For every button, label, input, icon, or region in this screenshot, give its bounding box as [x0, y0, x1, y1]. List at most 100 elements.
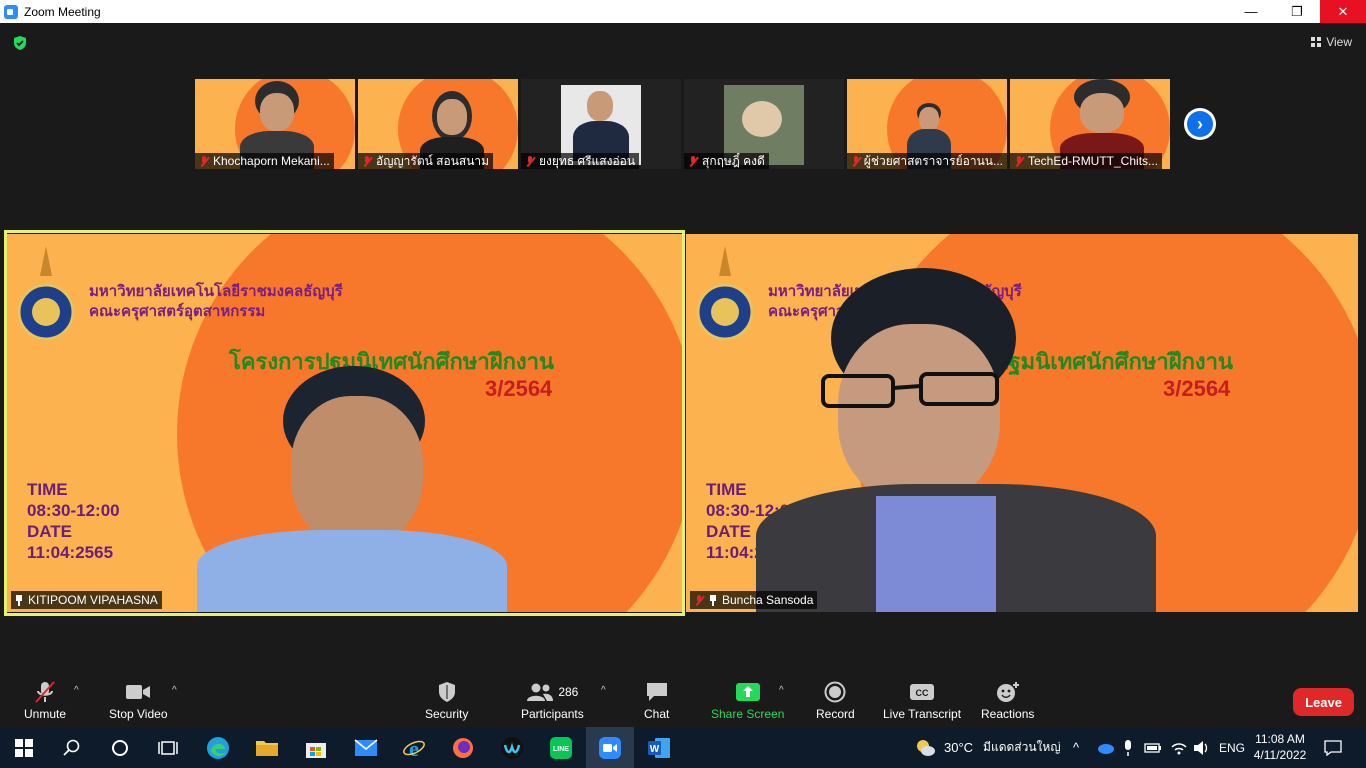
view-button[interactable]: View [1311, 35, 1352, 49]
university-name: มหาวิทยาลัยเทคโนโลยีราชมงคลธัญบุรี [89, 283, 343, 300]
video-tile-active[interactable]: มหาวิทยาลัยเทคโนโลยีราชมงคลธัญบุรี คณะคร… [7, 234, 682, 612]
zoom-taskbar-button[interactable] [586, 727, 634, 768]
wifi-tray[interactable] [1170, 727, 1188, 768]
mic-muted-icon [1014, 155, 1024, 167]
webex-button[interactable] [488, 727, 536, 768]
wifi-icon [1171, 742, 1187, 754]
date-value: 11:04:2565 [27, 543, 114, 562]
view-label: View [1326, 35, 1352, 49]
participant-name: Khochaporn Mekani... [213, 154, 330, 168]
share-screen-button[interactable]: Share Screen [711, 679, 784, 721]
search-icon [63, 739, 80, 756]
audio-options-caret[interactable]: ^ [74, 685, 79, 696]
participants-button[interactable]: 286 Participants [521, 679, 584, 721]
stop-video-label: Stop Video [109, 707, 168, 721]
reactions-button[interactable]: Reactions [981, 679, 1034, 721]
minimize-button[interactable]: — [1228, 0, 1274, 23]
leave-button[interactable]: Leave [1293, 688, 1354, 716]
window-controls: — ❐ ✕ [1228, 0, 1366, 23]
svg-text:CC: CC [916, 688, 929, 698]
task-view-button[interactable] [144, 727, 192, 768]
unmute-label: Unmute [24, 707, 67, 721]
university-logo [17, 246, 75, 341]
participant-thumbnail[interactable]: ผู้ช่วยศาสตราจารย์อานน... [847, 79, 1007, 169]
show-hidden-icons[interactable]: ^ [1073, 727, 1079, 768]
svg-text:LINE: LINE [553, 746, 569, 753]
closed-caption-icon: CC [909, 679, 935, 705]
next-page-button[interactable]: › [1184, 108, 1216, 140]
onedrive-tray[interactable] [1096, 727, 1114, 768]
chevron-right-icon: › [1187, 111, 1213, 137]
maximize-button[interactable]: ❐ [1274, 0, 1320, 23]
mic-muted-icon [525, 155, 535, 167]
word-icon: W [648, 737, 670, 758]
mail-icon [354, 738, 378, 756]
meeting-toolbar: Unmute ^ Stop Video ^ Security 286 Parti… [0, 675, 1366, 727]
onedrive-cloud-icon [1098, 743, 1114, 754]
search-button[interactable] [48, 727, 96, 768]
meeting-area: View Khochaporn Mekani... อัญญารัตน์ สอน… [0, 23, 1366, 727]
participants-options-caret[interactable]: ^ [601, 685, 606, 696]
title-bar: Zoom Meeting — ❐ ✕ [0, 0, 1366, 23]
taskbar-clock[interactable]: 11:08 AM 4/11/2022 [1244, 731, 1316, 763]
term-label: 3/2564 [485, 376, 553, 401]
participant-name: ยงยุทธ ศรีแสงอ่อน [539, 153, 636, 168]
time-value: 08:30-12:00 [27, 501, 120, 520]
weather-description: มีแดดส่วนใหญ่ [983, 740, 1061, 754]
store-bag-icon [306, 742, 326, 758]
windows-logo-icon [15, 738, 33, 757]
svg-text:W: W [650, 744, 660, 755]
firefox-button[interactable] [439, 727, 487, 768]
start-button[interactable] [0, 727, 48, 768]
volume-tray[interactable] [1193, 727, 1211, 768]
mail-button[interactable] [342, 727, 390, 768]
participant-thumbnail[interactable]: สุกฤษฎิ์ คงดี [684, 79, 844, 169]
video-options-caret[interactable]: ^ [172, 685, 177, 696]
microphone-tray[interactable] [1122, 727, 1134, 768]
zoom-icon [599, 736, 621, 759]
live-transcript-button[interactable]: CC Live Transcript [883, 679, 961, 721]
language-indicator[interactable]: ENG [1219, 727, 1245, 768]
record-icon [824, 679, 846, 705]
internet-explorer-button[interactable]: e [390, 727, 438, 768]
clock-date: 4/11/2022 [1253, 748, 1307, 762]
shield-icon [437, 679, 457, 705]
internet-explorer-icon: e [403, 736, 425, 760]
participant-thumbnail[interactable]: อัญญารัตน์ สอนสนาม [358, 79, 518, 169]
close-button[interactable]: ✕ [1320, 0, 1366, 23]
reactions-label: Reactions [981, 707, 1035, 721]
participant-thumbnail[interactable]: ยงยุทธ ศรีแสงอ่อน [521, 79, 681, 169]
unmute-button[interactable]: Unmute [24, 679, 66, 721]
smiley-plus-icon [996, 679, 1020, 705]
chat-button[interactable]: Chat [644, 679, 669, 721]
clock-time: 11:08 AM [1255, 732, 1305, 746]
mic-muted-icon [851, 155, 860, 167]
cortana-button[interactable] [96, 727, 144, 768]
weather-widget[interactable]: 30°C มีแดดส่วนใหญ่ [914, 727, 1061, 768]
share-options-caret[interactable]: ^ [779, 685, 784, 696]
participants-label: Participants [521, 707, 584, 721]
stop-video-button[interactable]: Stop Video [109, 679, 168, 721]
time-label: TIME [27, 480, 68, 499]
video-tile[interactable]: มหาวิทยาลัยเทคโนโลยีราชมงคลธัญบุรี คณะคร… [686, 234, 1358, 612]
word-button[interactable]: W [635, 727, 683, 768]
microphone-icon [1125, 739, 1131, 756]
line-app-button[interactable]: LINE [537, 727, 585, 768]
record-button[interactable]: Record [816, 679, 855, 721]
window-title: Zoom Meeting [24, 4, 101, 19]
edge-browser-button[interactable] [194, 727, 242, 768]
participant-thumbnail[interactable]: Khochaporn Mekani... [195, 79, 355, 169]
pin-icon [15, 594, 23, 606]
notification-icon [1324, 739, 1342, 756]
battery-tray[interactable] [1144, 727, 1162, 768]
file-explorer-button[interactable] [243, 727, 291, 768]
participant-thumbnail[interactable]: TechEd-RMUTT_Chits... [1010, 79, 1170, 169]
notifications-button[interactable] [1324, 727, 1342, 768]
line-chat-icon: LINE [550, 736, 572, 759]
firefox-icon [453, 737, 473, 758]
speaker-icon [1194, 740, 1208, 755]
glasses [821, 372, 999, 408]
store-button[interactable] [292, 727, 340, 768]
security-button[interactable]: Security [425, 679, 468, 721]
encryption-shield-icon[interactable] [12, 35, 28, 51]
